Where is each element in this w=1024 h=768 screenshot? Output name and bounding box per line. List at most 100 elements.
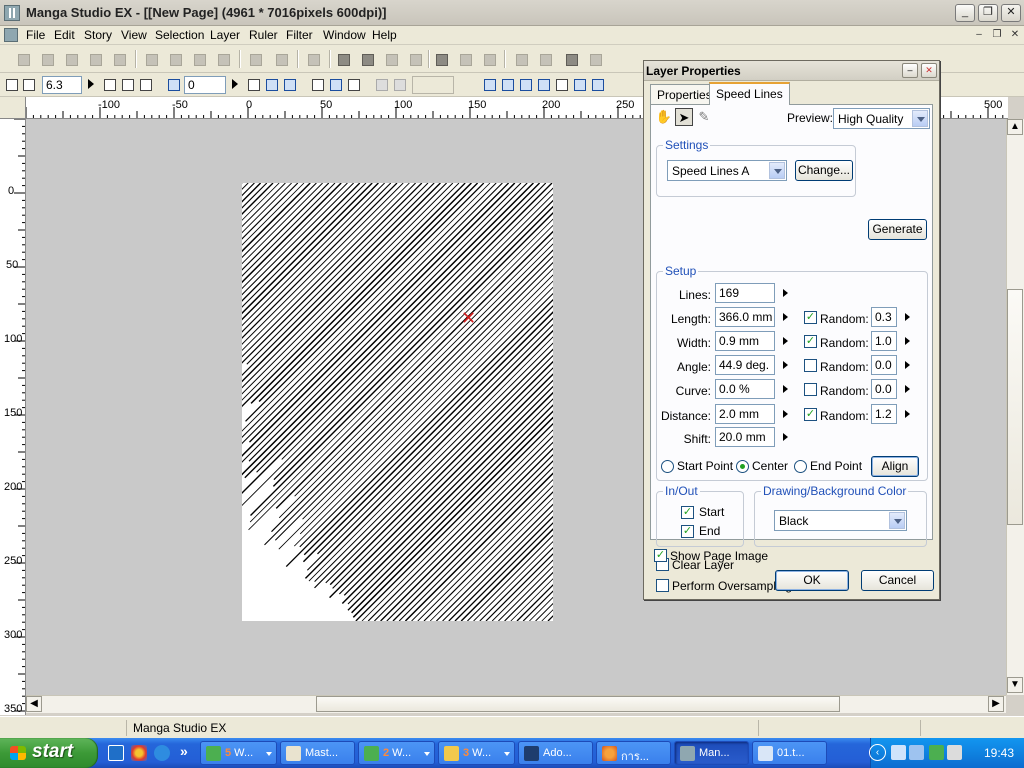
random-width-arrow-icon[interactable] (905, 337, 910, 345)
check-icon[interactable] (456, 50, 474, 68)
manga-page[interactable] (242, 183, 553, 621)
taskbar-item[interactable]: Ado... (518, 741, 593, 765)
perform-oversampling-checkbox[interactable] (656, 579, 669, 592)
angle-arrow-icon[interactable] (783, 361, 788, 369)
ruler-tool-icon[interactable] (482, 77, 498, 93)
horizontal-scroll-thumb[interactable] (316, 696, 840, 712)
rotate-arrow-icon[interactable] (232, 79, 238, 89)
snap-icon[interactable] (374, 77, 390, 93)
menu-window[interactable]: Window (323, 28, 366, 42)
align-button[interactable]: Align (871, 456, 919, 477)
quick-launch-expand-icon[interactable]: » (180, 743, 188, 759)
special-ruler-icon[interactable] (518, 77, 534, 93)
chevron-down-icon[interactable] (889, 512, 905, 529)
zoom-field[interactable]: 6.3 (42, 76, 82, 94)
random-distance-field[interactable]: 1.2 (871, 404, 897, 424)
menu-file[interactable]: File (26, 28, 45, 42)
preset-select[interactable]: Speed Lines A (667, 160, 787, 181)
center-point-marker-icon[interactable]: ✕ (461, 309, 476, 327)
vertical-scroll-thumb[interactable] (1007, 289, 1023, 525)
doc-minimize-icon[interactable]: – (972, 28, 986, 42)
dialog-close-icon[interactable]: ✕ (921, 63, 937, 78)
doc-restore-icon[interactable]: ❐ (990, 28, 1004, 42)
show-ruler-icon[interactable] (328, 77, 344, 93)
symmetry-ruler-icon[interactable] (536, 77, 552, 93)
reset-rotate-icon[interactable] (246, 77, 262, 93)
show-desktop-icon[interactable] (108, 745, 124, 761)
scroll-right-icon[interactable]: ▶ (988, 696, 1004, 712)
menu-selection[interactable]: Selection (155, 28, 204, 42)
lines-arrow-icon[interactable] (783, 289, 788, 297)
tone-icon[interactable] (432, 50, 450, 68)
taskbar-item[interactable]: 5 W... (200, 741, 277, 765)
frame-ruler-icon[interactable] (554, 77, 570, 93)
media-player-icon[interactable] (131, 745, 147, 761)
taskbar-item[interactable]: 01.t... (752, 741, 827, 765)
doc-close-icon[interactable]: ✕ (1008, 28, 1022, 42)
distance-arrow-icon[interactable] (783, 410, 788, 418)
delete-icon[interactable] (214, 50, 232, 68)
start-button[interactable]: start (0, 738, 98, 768)
app-icon[interactable] (4, 5, 20, 21)
zoom-out-icon[interactable] (21, 77, 37, 93)
random-distance-checkbox[interactable]: ✓ (804, 408, 817, 421)
transform-icon[interactable] (480, 50, 498, 68)
show-grid-icon[interactable] (310, 77, 326, 93)
random-length-arrow-icon[interactable] (905, 313, 910, 321)
object-select-icon[interactable]: ➤ (675, 108, 693, 126)
random-curve-arrow-icon[interactable] (905, 385, 910, 393)
undo-icon[interactable] (246, 50, 264, 68)
random-curve-checkbox[interactable] (804, 383, 817, 396)
save-all-icon[interactable] (110, 50, 128, 68)
length-arrow-icon[interactable] (783, 313, 788, 321)
lines-field[interactable]: 169 (715, 283, 775, 303)
tab-speed-lines[interactable]: Speed Lines (709, 82, 790, 105)
snap-ruler-icon[interactable] (392, 77, 408, 93)
menu-ruler[interactable]: Ruler (249, 28, 278, 42)
internet-explorer-icon[interactable] (154, 745, 170, 761)
random-length-checkbox[interactable]: ✓ (804, 311, 817, 324)
perspective-ruler-icon[interactable] (500, 77, 516, 93)
end-point-radio[interactable] (794, 460, 807, 473)
random-width-checkbox[interactable]: ✓ (804, 335, 817, 348)
preview-select[interactable]: High Quality (833, 108, 930, 129)
chevron-down-icon[interactable] (912, 110, 928, 127)
taskbar-item-active[interactable]: Man... (674, 741, 749, 765)
random-length-field[interactable]: 0.3 (871, 307, 897, 327)
copy-icon[interactable] (166, 50, 184, 68)
scroll-up-icon[interactable]: ▲ (1007, 119, 1023, 135)
out-end-checkbox[interactable]: ✓ (681, 525, 694, 538)
page-left-icon[interactable] (512, 50, 530, 68)
distance-field[interactable]: 2.0 mm (715, 404, 775, 424)
new-story-icon[interactable] (38, 50, 56, 68)
vertical-ruler[interactable]: 0 50 100 150 200 250 300 350 (0, 119, 26, 715)
redo-icon[interactable] (272, 50, 290, 68)
generate-button[interactable]: Generate (868, 219, 927, 240)
open-icon[interactable] (62, 50, 80, 68)
random-distance-arrow-icon[interactable] (905, 410, 910, 418)
scroll-left-icon[interactable]: ◀ (26, 696, 42, 712)
volume-icon[interactable] (947, 745, 962, 760)
zoom-in-icon[interactable] (4, 77, 20, 93)
pen-tool-icon[interactable]: ✎ (695, 108, 713, 126)
scroll-down-icon[interactable]: ▼ (1007, 677, 1023, 693)
change-button[interactable]: Change... (795, 160, 853, 181)
curve-field[interactable]: 0.0 % (715, 379, 775, 399)
random-width-field[interactable]: 1.0 (871, 331, 897, 351)
display-icon[interactable] (909, 745, 924, 760)
center-radio[interactable] (736, 460, 749, 473)
menu-view[interactable]: View (121, 28, 147, 42)
network-icon[interactable] (891, 745, 906, 760)
shift-arrow-icon[interactable] (783, 433, 788, 441)
flip-horizontal-icon[interactable] (264, 77, 280, 93)
chevron-down-icon[interactable] (769, 162, 785, 179)
layer-palette-icon[interactable] (358, 50, 376, 68)
dialog-minimize-icon[interactable]: – (902, 63, 918, 78)
tool-options-icon[interactable] (406, 50, 424, 68)
color-select[interactable]: Black (774, 510, 907, 531)
new-page-icon[interactable] (14, 50, 32, 68)
menu-edit[interactable]: Edit (54, 28, 75, 42)
cancel-button[interactable]: Cancel (861, 570, 934, 591)
grid-ruler-icon[interactable] (572, 77, 588, 93)
random-angle-arrow-icon[interactable] (905, 361, 910, 369)
